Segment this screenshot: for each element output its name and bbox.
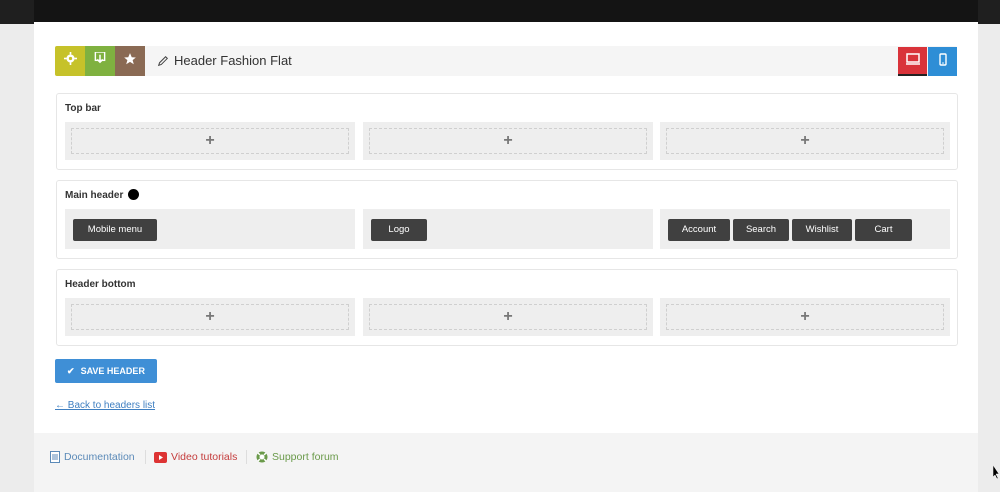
top-bar-column-right: + [660,122,950,160]
divider [246,450,247,464]
settings-button[interactable] [55,46,85,76]
pencil-icon[interactable] [157,54,169,72]
support-forum-link[interactable]: Support forum [256,451,339,463]
video-tutorials-label: Video tutorials [171,451,238,463]
footer: Documentation Video tutorials Support fo… [34,433,978,492]
document-icon [50,451,60,463]
top-dark-bar [34,0,978,22]
mouse-cursor-icon [993,465,999,479]
documentation-link[interactable]: Documentation [50,451,135,463]
top-bar-column-left: + [65,122,355,160]
video-play-icon [154,451,167,463]
main-header-column-right: Account Search Wishlist Cart [660,209,950,249]
header-bottom-column-right: + [660,298,950,336]
save-header-label: SAVE HEADER [80,366,145,376]
section-title: Main header [65,190,124,201]
element-logo[interactable]: Logo [371,219,427,241]
desktop-icon [905,52,920,70]
main-header-column-left: Mobile menu [65,209,355,249]
main-header-column-center: Logo [363,209,653,249]
add-element-button[interactable]: + [71,128,349,154]
section-title: Top bar [65,103,101,114]
favorite-button[interactable] [115,46,145,76]
header-bottom-column-left: + [65,298,355,336]
top-bar-column-center: + [363,122,653,160]
element-mobile-menu[interactable]: Mobile menu [73,219,157,241]
mobile-view-button[interactable] [928,47,957,76]
mobile-icon [938,52,947,71]
header-bottom-column-center: + [363,298,653,336]
documentation-label: Documentation [64,451,135,463]
section-top-bar: Top bar + + + [56,93,958,170]
element-search[interactable]: Search [733,219,789,241]
section-header-bottom: Header bottom + + + [56,269,958,346]
add-element-button[interactable]: + [369,304,647,330]
section-title: Header bottom [65,279,136,290]
element-wishlist[interactable]: Wishlist [792,219,852,241]
back-to-headers-link[interactable]: ← Back to headers list [55,400,155,411]
element-account[interactable]: Account [668,219,730,241]
element-cart[interactable]: Cart [855,219,912,241]
add-element-button[interactable]: + [369,128,647,154]
gear-icon [63,52,77,70]
header-title[interactable]: Header Fashion Flat [174,46,292,76]
download-icon [94,51,106,70]
support-forum-label: Support forum [272,451,339,463]
add-element-button[interactable]: + [71,304,349,330]
lifebuoy-icon [256,451,268,463]
add-element-button[interactable]: + [666,304,944,330]
download-button[interactable] [85,46,115,76]
check-icon: ✔ [67,365,75,376]
video-tutorials-link[interactable]: Video tutorials [154,451,237,463]
builder-toolbar: Header Fashion Flat [55,46,957,76]
save-header-button[interactable]: ✔ SAVE HEADER [55,359,157,383]
star-icon [123,52,137,71]
header-builder-panel: Header Fashion Flat Top bar + + + Main h… [34,0,978,492]
section-main-header: Main header Mobile menu Logo Account Sea… [56,180,958,259]
status-dot [128,189,139,200]
desktop-view-button[interactable] [898,47,927,76]
divider [145,450,146,464]
add-element-button[interactable]: + [666,128,944,154]
